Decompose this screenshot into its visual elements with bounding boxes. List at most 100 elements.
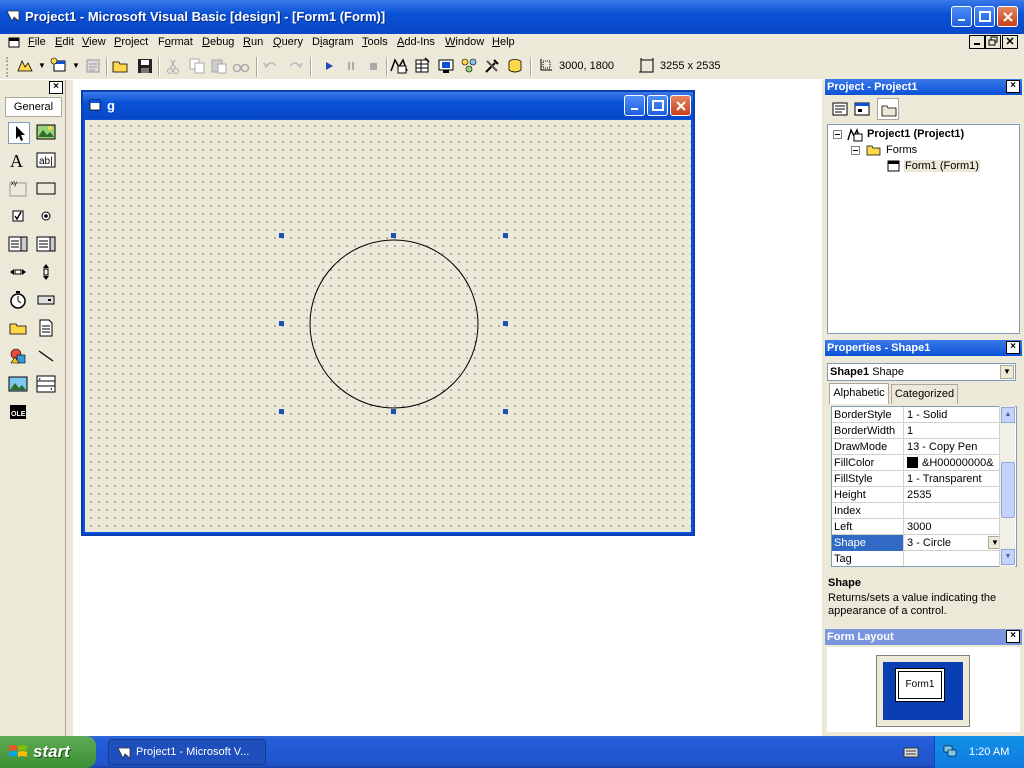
minimize-button[interactable]: [951, 6, 972, 27]
label-tool[interactable]: A: [8, 150, 30, 172]
view-object-icon[interactable]: [854, 101, 870, 117]
commandbutton-tool[interactable]: [36, 178, 58, 200]
menu-debug[interactable]: Debug: [202, 36, 234, 48]
property-row[interactable]: BorderStyle 1 - Solid: [832, 407, 1004, 423]
object-selector[interactable]: Shape1 Shape ▼: [827, 363, 1016, 381]
selection-handle[interactable]: [279, 409, 284, 414]
property-row[interactable]: Height 2535: [832, 487, 1004, 503]
scroll-down-icon[interactable]: ▼: [1001, 549, 1015, 565]
property-row[interactable]: FillStyle 1 - Transparent: [832, 471, 1004, 487]
project-explorer-icon[interactable]: [390, 57, 408, 75]
menu-view[interactable]: View: [82, 36, 106, 48]
shape1-circle[interactable]: [309, 239, 479, 409]
form-layout-panel-title[interactable]: Form Layout ×: [825, 629, 1022, 645]
optionbutton-tool[interactable]: [36, 206, 58, 228]
properties-panel-close-button[interactable]: ×: [1006, 341, 1020, 354]
tab-categorized[interactable]: Categorized: [891, 384, 958, 404]
paste-icon[interactable]: [210, 57, 228, 75]
property-scrollbar[interactable]: ▲ ▼: [999, 406, 1015, 567]
open-project-icon[interactable]: [112, 57, 130, 75]
shape-tool[interactable]: [8, 346, 30, 368]
menu-editor-icon[interactable]: [84, 57, 102, 75]
form-close-button[interactable]: [670, 95, 691, 116]
toolbox-icon[interactable]: [483, 57, 501, 75]
form-designer-window[interactable]: g: [81, 90, 695, 536]
drivelistbox-tool[interactable]: [36, 290, 58, 312]
tree-item-form1[interactable]: Form1 (Form1): [904, 160, 980, 172]
undo-icon[interactable]: [262, 57, 280, 75]
break-icon[interactable]: [342, 57, 360, 75]
form-system-menu-icon[interactable]: [8, 37, 20, 49]
menu-window[interactable]: Window: [445, 36, 484, 48]
form-title-bar[interactable]: g: [83, 92, 693, 119]
cut-icon[interactable]: [164, 57, 182, 75]
selection-handle[interactable]: [279, 233, 284, 238]
selection-handle[interactable]: [391, 409, 396, 414]
project-panel-title[interactable]: Project - Project1 ×: [825, 79, 1022, 95]
combobox-tool[interactable]: [8, 234, 30, 256]
property-row[interactable]: Left 3000: [832, 519, 1004, 535]
menu-format[interactable]: Format: [158, 36, 193, 48]
start-icon[interactable]: [320, 57, 338, 75]
menu-edit[interactable]: Edit: [55, 36, 74, 48]
add-form-dropdown-icon[interactable]: ▼: [72, 61, 80, 70]
menu-project[interactable]: Project: [114, 36, 148, 48]
maximize-button[interactable]: [974, 6, 995, 27]
mdi-close-button[interactable]: [1002, 35, 1018, 49]
save-project-icon[interactable]: [136, 57, 154, 75]
selection-handle[interactable]: [503, 409, 508, 414]
menu-run[interactable]: Run: [243, 36, 263, 48]
scroll-up-icon[interactable]: ▲: [1001, 407, 1015, 423]
tab-alphabetic[interactable]: Alphabetic: [829, 383, 889, 404]
image-tool[interactable]: [8, 374, 30, 396]
collapse-icon[interactable]: [833, 130, 842, 139]
clock[interactable]: 1:20 AM: [969, 746, 1009, 758]
selection-handle[interactable]: [503, 233, 508, 238]
form-maximize-button[interactable]: [647, 95, 668, 116]
filelistbox-tool[interactable]: [36, 318, 58, 340]
ole-tool[interactable]: OLE: [8, 402, 30, 424]
close-button[interactable]: [997, 6, 1018, 27]
form-minimize-button[interactable]: [624, 95, 645, 116]
object-browser-icon[interactable]: [460, 57, 478, 75]
tree-item-forms[interactable]: Forms: [886, 144, 917, 156]
dirlistbox-tool[interactable]: [8, 318, 30, 340]
chevron-down-icon[interactable]: ▼: [1000, 365, 1014, 379]
copy-icon[interactable]: [188, 57, 206, 75]
toolbar-grip[interactable]: [5, 57, 8, 77]
add-form-icon[interactable]: [50, 57, 68, 75]
toolbox-tab-general[interactable]: General: [5, 97, 62, 117]
form-layout-icon[interactable]: [437, 57, 455, 75]
menu-tools[interactable]: Tools: [362, 36, 388, 48]
property-row[interactable]: FillColor &H00000000&: [832, 455, 1004, 471]
add-project-dropdown-icon[interactable]: ▼: [38, 61, 46, 70]
mdi-minimize-button[interactable]: [969, 35, 985, 49]
menu-query[interactable]: Query: [273, 36, 303, 48]
property-row[interactable]: Tag: [832, 551, 1004, 566]
add-project-icon[interactable]: [16, 57, 34, 75]
selection-handle[interactable]: [503, 321, 508, 326]
network-icon[interactable]: [943, 744, 957, 758]
toggle-folders-button[interactable]: [877, 98, 899, 120]
collapse-icon[interactable]: [851, 146, 860, 155]
form-layout-close-button[interactable]: ×: [1006, 630, 1020, 643]
tree-item-project[interactable]: Project1 (Project1): [867, 128, 964, 140]
menu-file[interactable]: File: [28, 36, 46, 48]
data-tool[interactable]: [36, 374, 58, 396]
menu-diagram[interactable]: Diagram: [312, 36, 354, 48]
frame-tool[interactable]: xy: [8, 178, 30, 200]
checkbox-tool[interactable]: [8, 206, 30, 228]
taskbar-item-vb[interactable]: Project1 - Microsoft V...: [108, 739, 266, 765]
project-panel-close-button[interactable]: ×: [1006, 80, 1020, 93]
properties-panel-title[interactable]: Properties - Shape1 ×: [825, 340, 1022, 356]
textbox-tool[interactable]: ab|: [36, 150, 58, 172]
vscrollbar-tool[interactable]: [36, 262, 58, 284]
property-row[interactable]: BorderWidth 1: [832, 423, 1004, 439]
view-code-icon[interactable]: [832, 101, 848, 117]
title-bar[interactable]: Project1 - Microsoft Visual Basic [desig…: [0, 0, 1024, 34]
redo-icon[interactable]: [286, 57, 304, 75]
picturebox-tool[interactable]: [36, 122, 58, 144]
properties-window-icon[interactable]: [413, 57, 431, 75]
form-position-preview[interactable]: Form1: [895, 668, 945, 702]
line-tool[interactable]: [36, 346, 58, 368]
